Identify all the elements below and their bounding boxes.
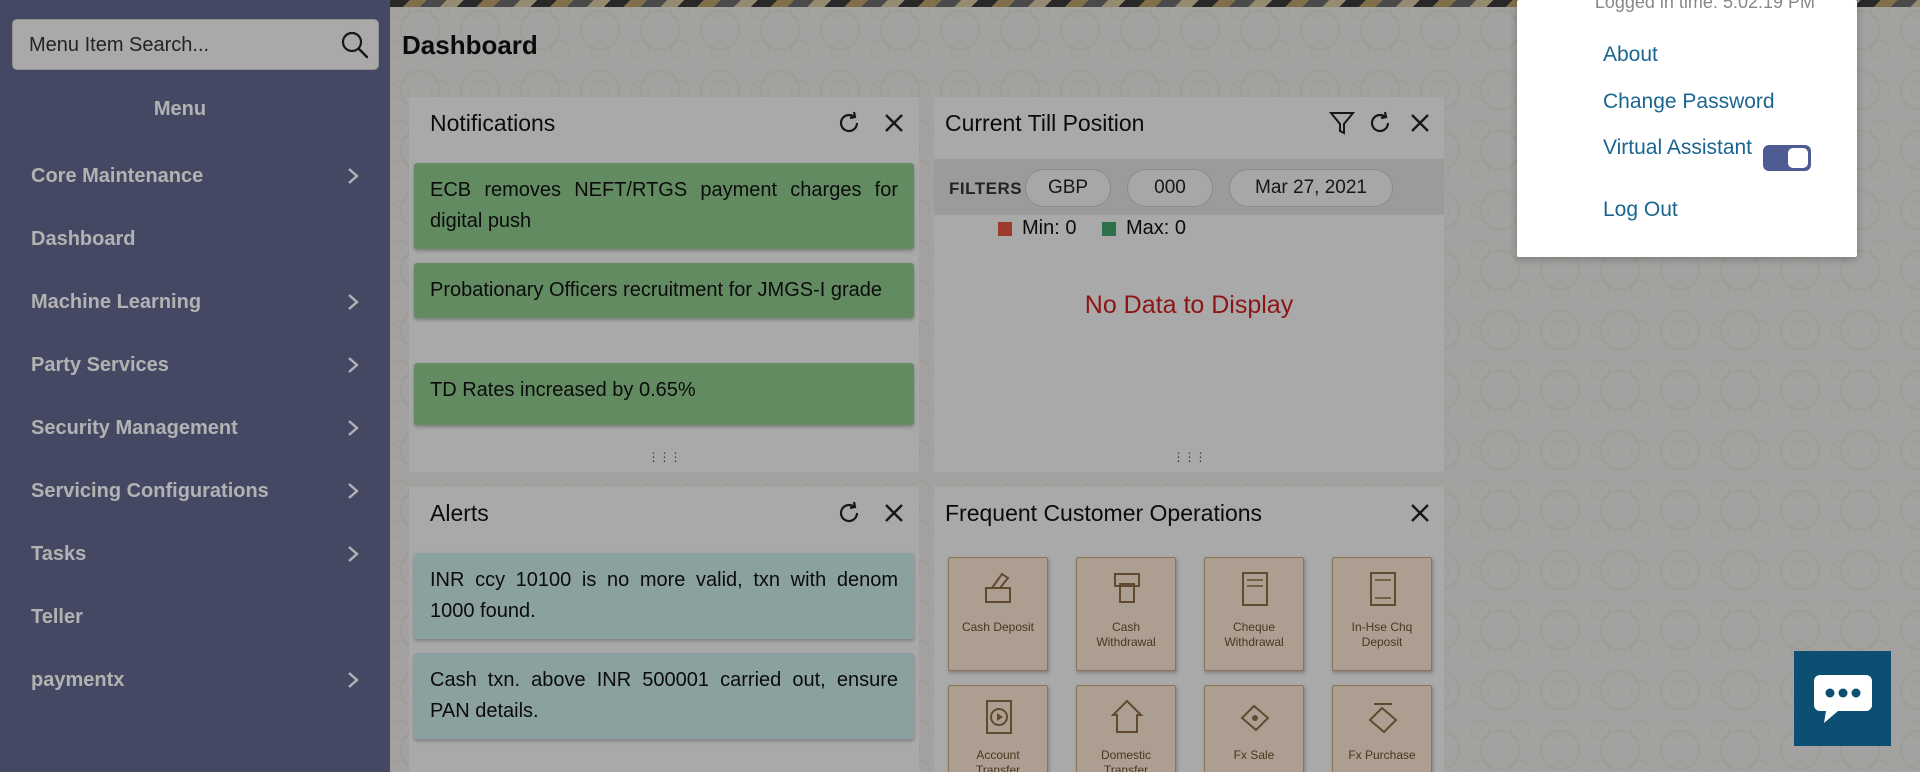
- toggle-knob: [1788, 148, 1808, 168]
- change-password-link[interactable]: Change Password: [1603, 90, 1775, 114]
- user-menu-dropdown: Logged in time: 5:02:19 PM About Change …: [1517, 0, 1857, 257]
- chat-assistant-button[interactable]: [1794, 651, 1891, 746]
- chat-bubble-icon: [1814, 675, 1872, 723]
- virtual-assistant-link[interactable]: Virtual Assistant: [1603, 136, 1752, 160]
- logged-in-time: Logged in time: 5:02:19 PM: [1594, 0, 1815, 12]
- log-out-link[interactable]: Log Out: [1603, 198, 1678, 222]
- virtual-assistant-toggle[interactable]: [1763, 145, 1811, 171]
- about-link[interactable]: About: [1603, 43, 1658, 67]
